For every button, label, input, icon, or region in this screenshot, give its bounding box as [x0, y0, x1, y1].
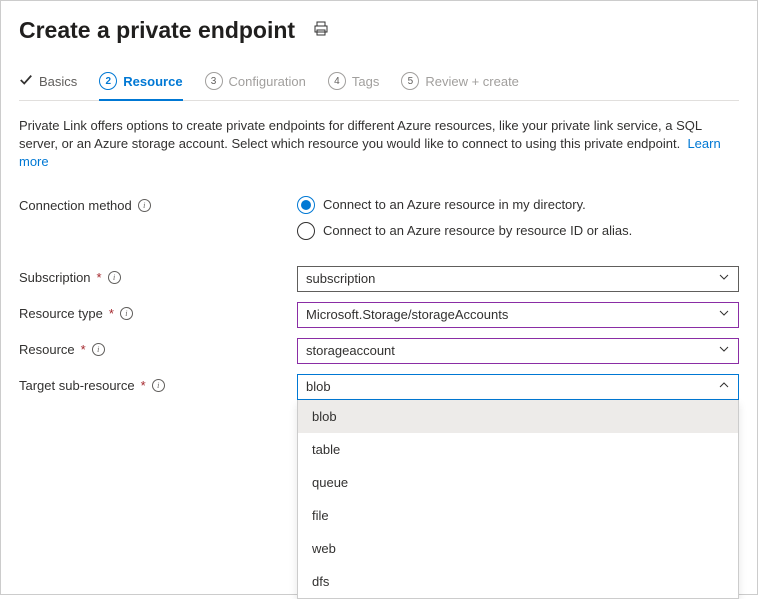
radio-label: Connect to an Azure resource by resource…: [323, 223, 632, 238]
tab-label: Basics: [39, 74, 77, 89]
tab-resource[interactable]: 2 Resource: [99, 72, 182, 100]
dropdown-option-queue[interactable]: queue: [298, 466, 738, 499]
check-icon: [19, 73, 33, 90]
tab-basics[interactable]: Basics: [19, 72, 77, 100]
info-icon[interactable]: i: [152, 379, 165, 392]
dropdown-option-blob[interactable]: blob: [298, 400, 738, 433]
resource-select[interactable]: storageaccount: [297, 338, 739, 364]
target-sub-resource-label: Target sub-resource: [19, 378, 135, 393]
tab-label: Tags: [352, 74, 379, 89]
dropdown-option-file[interactable]: file: [298, 499, 738, 532]
target-sub-resource-select[interactable]: blob: [297, 374, 739, 400]
tab-label: Resource: [123, 74, 182, 89]
resource-label: Resource: [19, 342, 75, 357]
step-number-icon: 5: [401, 72, 419, 90]
subscription-select[interactable]: subscription: [297, 266, 739, 292]
select-value: storageaccount: [306, 343, 395, 358]
chevron-down-icon: [718, 271, 730, 286]
tab-label: Configuration: [229, 74, 306, 89]
select-value: Microsoft.Storage/storageAccounts: [306, 307, 508, 322]
radio-label: Connect to an Azure resource in my direc…: [323, 197, 586, 212]
tab-review-create[interactable]: 5 Review + create: [401, 72, 519, 100]
required-mark: *: [141, 378, 146, 393]
info-icon[interactable]: i: [92, 343, 105, 356]
info-icon[interactable]: i: [138, 199, 151, 212]
tabs-nav: Basics 2 Resource 3 Configuration 4 Tags…: [19, 72, 739, 101]
description-text: Private Link offers options to create pr…: [19, 117, 739, 172]
subscription-label: Subscription: [19, 270, 91, 285]
required-mark: *: [97, 270, 102, 285]
select-value: subscription: [306, 271, 375, 286]
resource-type-select[interactable]: Microsoft.Storage/storageAccounts: [297, 302, 739, 328]
target-sub-resource-dropdown: blob table queue file web dfs: [297, 400, 739, 599]
step-number-icon: 4: [328, 72, 346, 90]
required-mark: *: [109, 306, 114, 321]
info-icon[interactable]: i: [120, 307, 133, 320]
dropdown-option-table[interactable]: table: [298, 433, 738, 466]
chevron-down-icon: [718, 343, 730, 358]
required-mark: *: [81, 342, 86, 357]
page-title: Create a private endpoint: [19, 17, 295, 44]
info-icon[interactable]: i: [108, 271, 121, 284]
select-value: blob: [306, 379, 331, 394]
chevron-up-icon: [718, 379, 730, 394]
dropdown-option-dfs[interactable]: dfs: [298, 565, 738, 598]
radio-connect-directory[interactable]: [297, 196, 315, 214]
radio-connect-resource-id[interactable]: [297, 222, 315, 240]
tab-label: Review + create: [425, 74, 519, 89]
tab-configuration[interactable]: 3 Configuration: [205, 72, 306, 100]
step-number-icon: 2: [99, 72, 117, 90]
chevron-down-icon: [718, 307, 730, 322]
connection-method-label: Connection method: [19, 198, 132, 213]
resource-type-label: Resource type: [19, 306, 103, 321]
dropdown-option-web[interactable]: web: [298, 532, 738, 565]
tab-tags[interactable]: 4 Tags: [328, 72, 379, 100]
print-icon[interactable]: [313, 21, 329, 40]
step-number-icon: 3: [205, 72, 223, 90]
